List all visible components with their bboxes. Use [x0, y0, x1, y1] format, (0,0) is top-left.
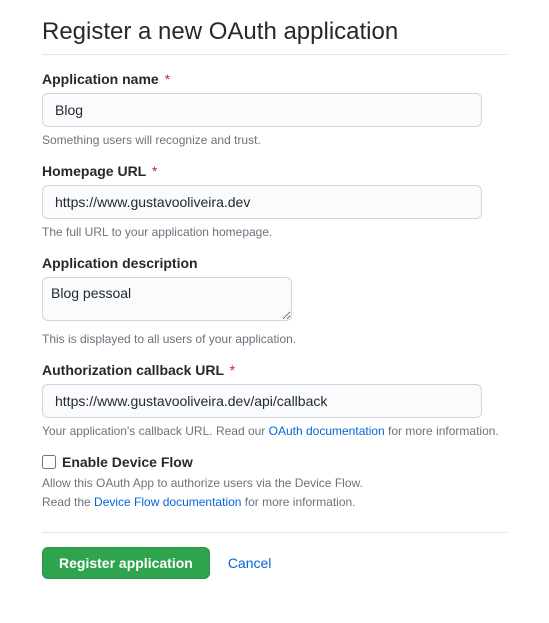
device-flow-checkbox[interactable]	[42, 455, 56, 469]
label-text: Authorization callback URL	[42, 362, 224, 378]
help-suffix: for more information.	[385, 424, 499, 438]
description-label: Application description	[42, 255, 507, 271]
callback-input[interactable]	[42, 384, 482, 418]
section-divider	[42, 532, 507, 533]
field-homepage-url: Homepage URL * The full URL to your appl…	[42, 163, 507, 239]
required-star-icon: *	[230, 362, 235, 378]
device-flow-help-line2-suffix: for more information.	[241, 495, 355, 509]
device-flow-documentation-link[interactable]: Device Flow documentation	[94, 495, 241, 509]
oauth-documentation-link[interactable]: OAuth documentation	[269, 424, 385, 438]
label-text: Application name	[42, 71, 159, 87]
homepage-input[interactable]	[42, 185, 482, 219]
register-application-button[interactable]: Register application	[42, 547, 210, 579]
device-flow-help-line1: Allow this OAuth App to authorize users …	[42, 476, 363, 490]
app-name-label: Application name *	[42, 71, 507, 87]
cancel-link[interactable]: Cancel	[228, 555, 272, 571]
callback-help: Your application's callback URL. Read ou…	[42, 424, 507, 438]
app-name-help: Something users will recognize and trust…	[42, 133, 507, 147]
field-application-description: Application description Blog pessoal Thi…	[42, 255, 507, 346]
help-prefix: Your application's callback URL. Read ou…	[42, 424, 269, 438]
label-text: Homepage URL	[42, 163, 146, 179]
page-title: Register a new OAuth application	[42, 18, 507, 55]
homepage-label: Homepage URL *	[42, 163, 507, 179]
callback-label: Authorization callback URL *	[42, 362, 507, 378]
description-help: This is displayed to all users of your a…	[42, 332, 507, 346]
device-flow-help: Allow this OAuth App to authorize users …	[42, 474, 507, 512]
description-textarea[interactable]: Blog pessoal	[42, 277, 292, 321]
device-flow-help-line2-prefix: Read the	[42, 495, 94, 509]
required-star-icon: *	[165, 71, 170, 87]
device-flow-label: Enable Device Flow	[62, 454, 193, 470]
homepage-help: The full URL to your application homepag…	[42, 225, 507, 239]
required-star-icon: *	[152, 163, 157, 179]
app-name-input[interactable]	[42, 93, 482, 127]
field-callback-url: Authorization callback URL * Your applic…	[42, 362, 507, 438]
field-application-name: Application name * Something users will …	[42, 71, 507, 147]
form-actions: Register application Cancel	[42, 547, 507, 579]
device-flow-row: Enable Device Flow	[42, 454, 507, 470]
label-text: Application description	[42, 255, 198, 271]
